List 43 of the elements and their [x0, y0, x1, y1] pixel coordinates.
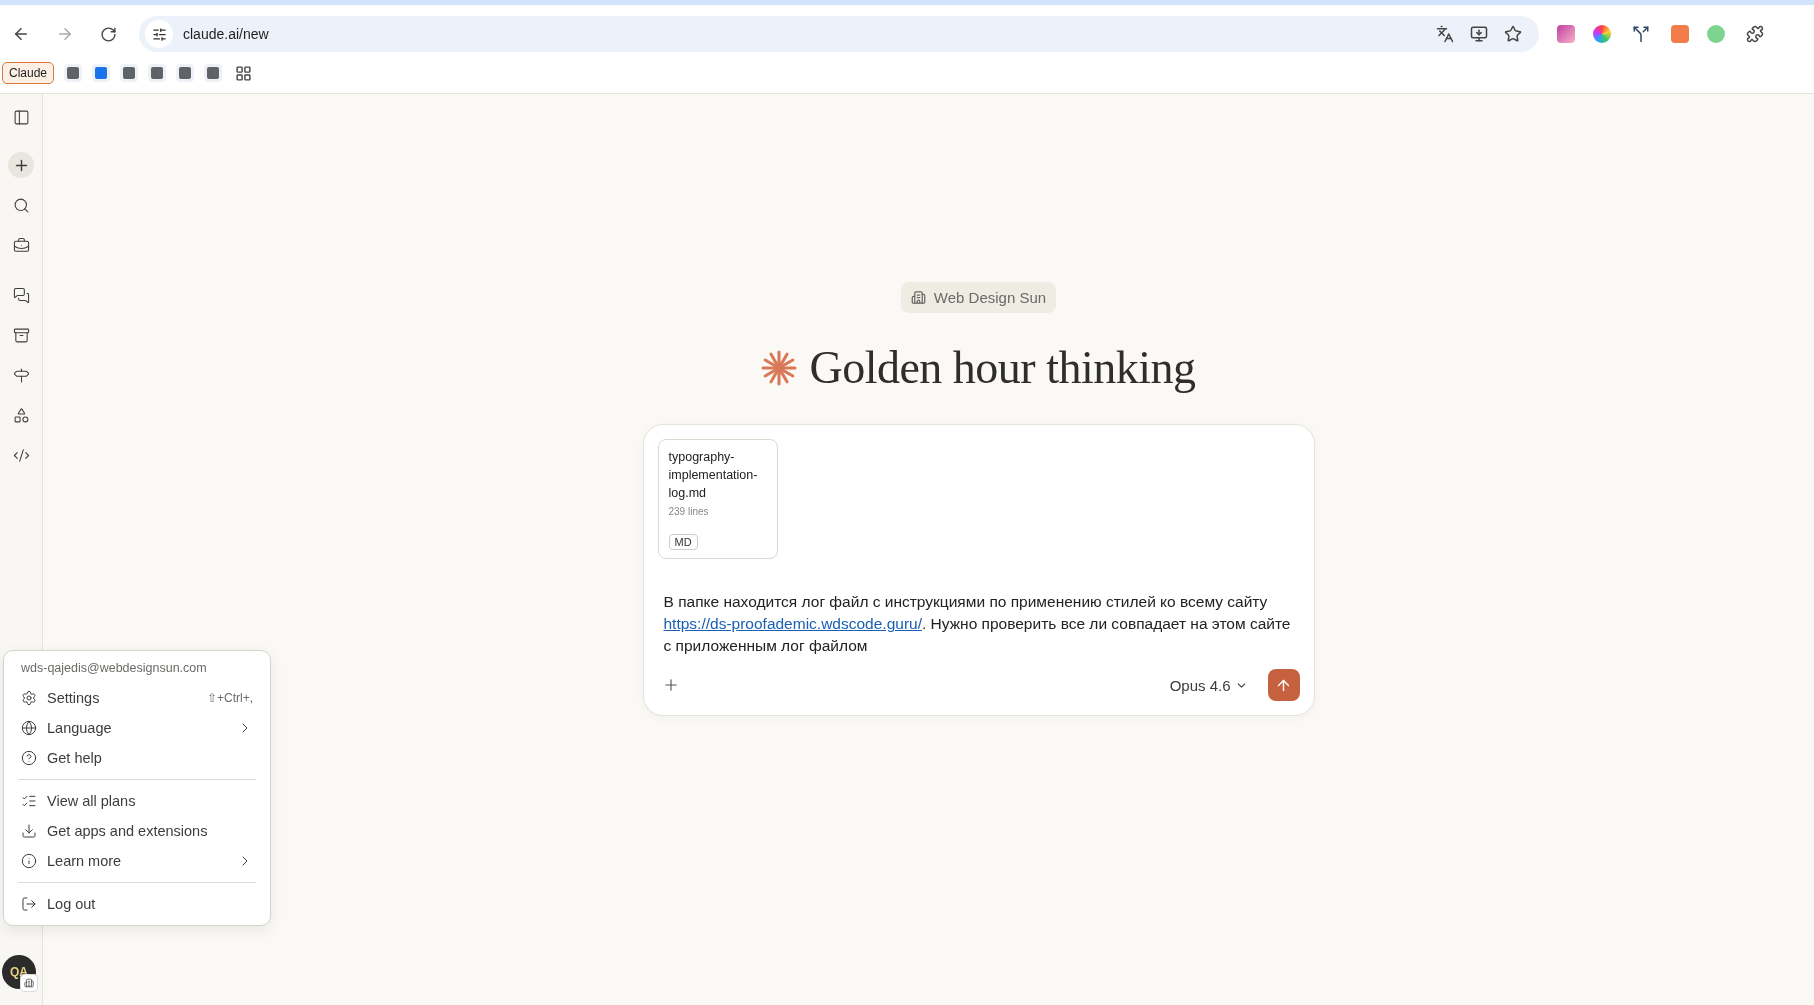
- menu-item[interactable]: Settings ⇧+Ctrl+,: [18, 683, 256, 713]
- download-icon: [21, 823, 37, 839]
- menu-item[interactable]: Learn more: [18, 846, 256, 876]
- logout-icon: [21, 896, 37, 912]
- arrow-right-icon: [56, 25, 74, 43]
- file-name: typography-implementation-log.md: [668, 449, 759, 502]
- building-icon: [910, 290, 926, 305]
- sliders-icon: [151, 26, 167, 42]
- sparkle-logo-icon: [761, 349, 798, 386]
- attachment-card[interactable]: typography-implementation-log.md 239 lines MD: [657, 439, 778, 559]
- bookmark-folder[interactable]: Claude: [2, 62, 55, 84]
- bookmark-icon[interactable]: [64, 64, 83, 82]
- bookmark-icon[interactable]: [148, 64, 167, 82]
- bookmark-icon[interactable]: [92, 64, 111, 82]
- message-link[interactable]: https://ds-proofademic.wdscode.guru/: [663, 615, 922, 632]
- settings-icon: [21, 690, 37, 706]
- file-type-tag: MD: [668, 534, 698, 550]
- site-settings-button[interactable]: [145, 20, 173, 48]
- reload-icon: [100, 25, 117, 43]
- menu-item[interactable]: Get apps and extensions: [18, 816, 256, 846]
- bookmark-icon[interactable]: [176, 64, 195, 82]
- menu-item[interactable]: Get help: [18, 743, 256, 773]
- new-chat-button[interactable]: [8, 152, 34, 178]
- menu-item[interactable]: Language: [18, 713, 256, 743]
- menu-item[interactable]: View all plans: [18, 786, 256, 816]
- bookmark-icon[interactable]: [120, 64, 139, 82]
- checklist-icon: [21, 793, 37, 809]
- shortcut-text: ⇧+Ctrl+,: [207, 691, 253, 705]
- menu-item[interactable]: Log out: [18, 889, 256, 919]
- organization-chip[interactable]: Web Design Sun: [900, 282, 1057, 313]
- send-button[interactable]: [1267, 669, 1300, 701]
- greeting-text: Golden hour thinking: [809, 341, 1196, 394]
- message-text[interactable]: В папке находится лог файл с инструкциями по применению стилей ко всему сайту https://ds-proofademic.wdscode.guru/. Нужно проверить все ли совпадает на этом сайте с приложенным лог файлом: [663, 591, 1294, 657]
- globe-icon: [21, 720, 37, 736]
- help-icon: [21, 750, 37, 766]
- model-selector[interactable]: Opus 4.6: [1163, 675, 1254, 695]
- address-bar[interactable]: claude.ai/new: [139, 16, 1539, 52]
- account-email: wds-qajedis@webdesignsun.com: [20, 660, 208, 677]
- url-text: claude.ai/new: [183, 26, 270, 42]
- bookmark-icon[interactable]: [204, 64, 223, 82]
- info-icon: [21, 853, 37, 869]
- line-count: 239 lines: [668, 506, 710, 517]
- extension-icon[interactable]: [1593, 25, 1611, 43]
